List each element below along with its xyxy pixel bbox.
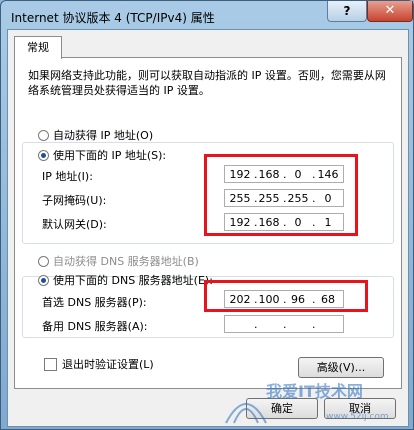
alternate-dns-label: 备用 DNS 服务器(A): xyxy=(42,320,148,333)
window-title: Internet 协议版本 4 (TCP/IPv4) 属性 xyxy=(11,11,215,25)
checkbox-box-icon xyxy=(44,357,57,371)
tab-general[interactable]: 常规 xyxy=(14,36,62,59)
watermark-logo-icon: 我爱IT技术网 www.52ij.com xyxy=(225,382,389,424)
dialog-window: Internet 协议版本 4 (TCP/IPv4) 属性 ? ✕ 常规 如果网… xyxy=(0,0,414,430)
subnet-mask-label: 子网掩码(U): xyxy=(42,194,107,207)
help-button[interactable]: ? xyxy=(327,1,367,22)
gateway-label: 默认网关(D): xyxy=(42,218,107,231)
auto-dns-radio[interactable]: 自动获得 DNS 服务器地址(B) xyxy=(38,253,199,269)
ip-address-label: IP 地址(I): xyxy=(42,170,93,183)
description-text: 如果网络支持此功能，则可以获取自动指派的 IP 设置。否则，您需要从网络系统管理… xyxy=(28,69,386,97)
manual-dns-label: 使用下面的 DNS 服务器地址(E): xyxy=(53,274,213,287)
auto-ip-label: 自动获得 IP 地址(O) xyxy=(53,129,154,142)
title-bar[interactable]: Internet 协议版本 4 (TCP/IPv4) 属性 ? ✕ xyxy=(1,1,413,29)
manual-ip-radio[interactable]: 使用下面的 IP 地址(S): xyxy=(38,147,166,163)
radio-unselected-icon xyxy=(38,129,49,141)
auto-ip-radio[interactable]: 自动获得 IP 地址(O) xyxy=(38,127,153,143)
close-button[interactable]: ✕ xyxy=(367,1,413,22)
alternate-dns-input[interactable]: . . . xyxy=(224,315,344,333)
radio-unselected-icon xyxy=(38,255,49,267)
preferred-dns-label: 首选 DNS 服务器(P): xyxy=(42,296,147,309)
auto-dns-label: 自动获得 DNS 服务器地址(B) xyxy=(53,255,199,268)
validate-on-exit-label: 退出时验证设置(L) xyxy=(62,358,154,371)
watermark: 我爱IT技术网 www.52ij.com xyxy=(206,375,406,425)
validate-on-exit-checkbox[interactable]: 退出时验证设置(L) xyxy=(44,356,154,372)
dialog-client: 常规 如果网络支持此功能，则可以获取自动指派的 IP 设置。否则，您需要从网络系… xyxy=(7,29,409,427)
watermark-text: 我爱IT技术网 xyxy=(266,382,363,401)
radio-selected-icon xyxy=(38,274,49,286)
dns-highlight-box xyxy=(204,280,368,312)
ip-highlight-box xyxy=(204,154,358,236)
watermark-url: www.52ij.com xyxy=(326,412,389,422)
radio-selected-icon xyxy=(38,149,49,161)
manual-dns-radio[interactable]: 使用下面的 DNS 服务器地址(E): xyxy=(38,272,213,288)
manual-ip-label: 使用下面的 IP 地址(S): xyxy=(53,149,167,162)
